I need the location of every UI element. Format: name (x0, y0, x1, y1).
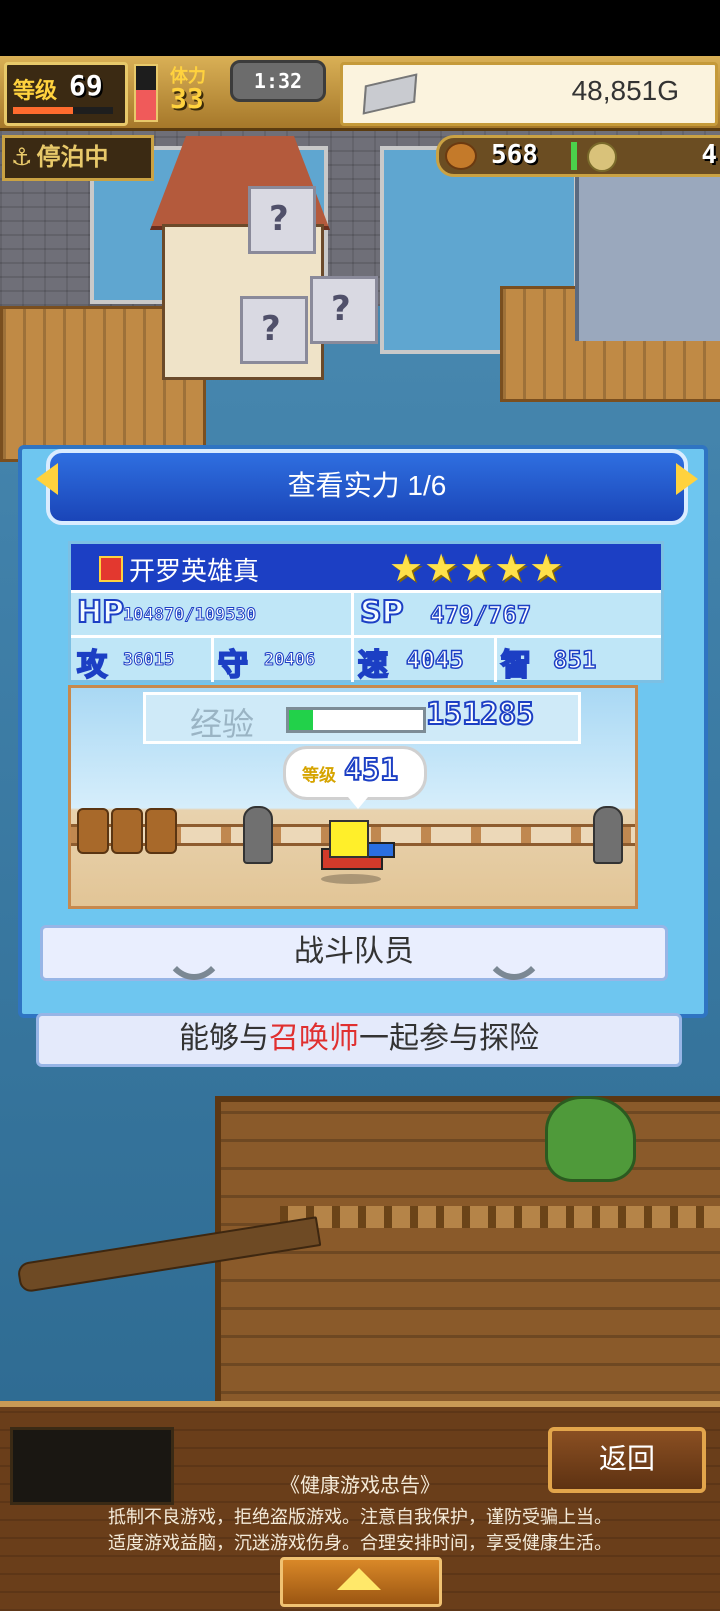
def-cell: 守 20406 (214, 638, 354, 684)
mystery-box (240, 296, 308, 364)
char-level-value: 451 (343, 752, 399, 789)
ship-rail (280, 1206, 720, 1228)
hero-sprite[interactable] (329, 820, 369, 858)
dock-status-label: 停泊中 (36, 143, 109, 171)
gold-value: 48,851G (571, 75, 679, 106)
level-bubble: 等级 451 (283, 746, 427, 809)
exp-label: 经验 (190, 706, 255, 742)
barrel (145, 808, 177, 854)
blue-building[interactable] (575, 171, 720, 341)
char-level-label: 等级 (302, 766, 336, 786)
barrel (77, 808, 109, 854)
exp-progress-bar (286, 707, 426, 733)
resource-bar[interactable]: 568 4 (436, 135, 720, 177)
name-row: 开罗英雄真 ★★★★★ (71, 544, 661, 590)
top-hud: 等级 69 体力 33 1:32 48,851G (0, 56, 720, 131)
up-arrow-icon (337, 1568, 381, 1590)
int-label: 智 (500, 647, 532, 684)
sp-label: SP (359, 594, 405, 631)
int-cell: 智 851 (497, 638, 658, 684)
health-notice-line: 抵制不良游戏，拒绝盗版游戏。注意自我保护，谨防受骗上当。 (108, 1507, 612, 1527)
medal-icon (587, 142, 617, 172)
arrow-right-icon[interactable] (676, 463, 698, 495)
medal-value: 4 (701, 140, 717, 170)
stat-panel: 开罗英雄真 ★★★★★ HP 104870/109530 SP 479/767 … (68, 541, 664, 684)
fire-icon (99, 556, 123, 582)
character-name: 开罗英雄真 (129, 556, 260, 586)
level-progress-fill (13, 107, 73, 114)
hp-cell: HP 104870/109530 (71, 593, 354, 637)
mystery-box (310, 276, 378, 344)
hero-shadow (321, 874, 381, 884)
description-before: 能够与 (179, 1022, 269, 1055)
atk-label: 攻 (76, 647, 108, 684)
description-bar: 能够与召唤师一起参与探险 (36, 1013, 682, 1067)
spd-label: 速 (357, 647, 389, 684)
meat-icon (445, 142, 477, 170)
player-level-box[interactable]: 等级 69 (4, 62, 128, 126)
stamina-value: 33 (170, 82, 204, 115)
atk-cell: 攻 36015 (71, 638, 214, 684)
level-progress-bar (13, 107, 113, 114)
mystery-box (248, 186, 316, 254)
stamina-fill (136, 90, 156, 120)
level-label: 等级 (13, 79, 58, 104)
dragon-crew[interactable] (545, 1096, 636, 1182)
divider (571, 142, 577, 170)
sp-cell: SP 479/767 (354, 593, 658, 637)
description-after: 一起参与探险 (359, 1022, 539, 1055)
deck-cannon (593, 806, 623, 864)
food-value: 568 (491, 140, 538, 170)
stat-row-hp-sp: HP 104870/109530 SP 479/767 (71, 590, 661, 637)
sword-icon (483, 908, 545, 980)
silver-bar-icon (362, 73, 418, 115)
health-notice-line: 适度游戏益脑，沉迷游戏伤身。合理安排时间，享受健康生活。 (108, 1533, 612, 1553)
role-bar: 战斗队员 (40, 925, 668, 981)
atk-value: 36015 (122, 650, 175, 671)
spd-cell: 速 4045 (354, 638, 497, 684)
exp-progress-fill (289, 710, 314, 730)
stamina-gauge (134, 64, 158, 122)
hero-hat (367, 842, 395, 858)
def-label: 守 (217, 647, 249, 684)
character-scene: 经验 151285 等级 451 (68, 685, 638, 909)
exp-value: 151285 (425, 696, 535, 733)
sp-value: 479/767 (429, 600, 532, 630)
gold-display[interactable]: 48,851G (340, 62, 718, 126)
sword-icon (163, 908, 225, 980)
status-dialog: 查看实力 1/6 开罗英雄真 ★★★★★ HP 104870/109530 SP… (18, 445, 708, 1018)
dialog-title: 查看实力 1/6 (287, 470, 447, 501)
arrow-left-icon[interactable] (36, 463, 58, 495)
hp-label: HP (76, 594, 125, 631)
barrel (111, 808, 143, 854)
stat-row-attrs: 攻 36015 守 20406 速 4045 智 851 (71, 635, 661, 684)
role-label: 战斗队员 (294, 935, 414, 968)
dialog-header: 查看实力 1/6 (36, 449, 698, 525)
stamina-timer: 1:32 (230, 60, 326, 102)
health-notice-title: 《健康游戏忠告》 (280, 1475, 440, 1497)
bottom-panel: 返回 《健康游戏忠告》 抵制不良游戏，拒绝盗版游戏。注意自我保护，谨防受骗上当。… (0, 1401, 720, 1611)
anchor-icon: ⚓ (11, 143, 33, 171)
def-value: 20406 (263, 650, 316, 671)
description-highlight: 召唤师 (269, 1022, 359, 1055)
spd-value: 4045 (405, 645, 464, 675)
expand-button[interactable] (280, 1557, 442, 1607)
int-value: 851 (552, 645, 597, 675)
hp-value: 104870/109530 (122, 605, 257, 626)
exp-box: 经验 151285 (143, 692, 581, 744)
level-value: 69 (69, 69, 103, 102)
deck-cannon (243, 806, 273, 864)
rarity-stars: ★★★★★ (389, 546, 565, 590)
dock-status[interactable]: ⚓ 停泊中 (2, 135, 154, 181)
